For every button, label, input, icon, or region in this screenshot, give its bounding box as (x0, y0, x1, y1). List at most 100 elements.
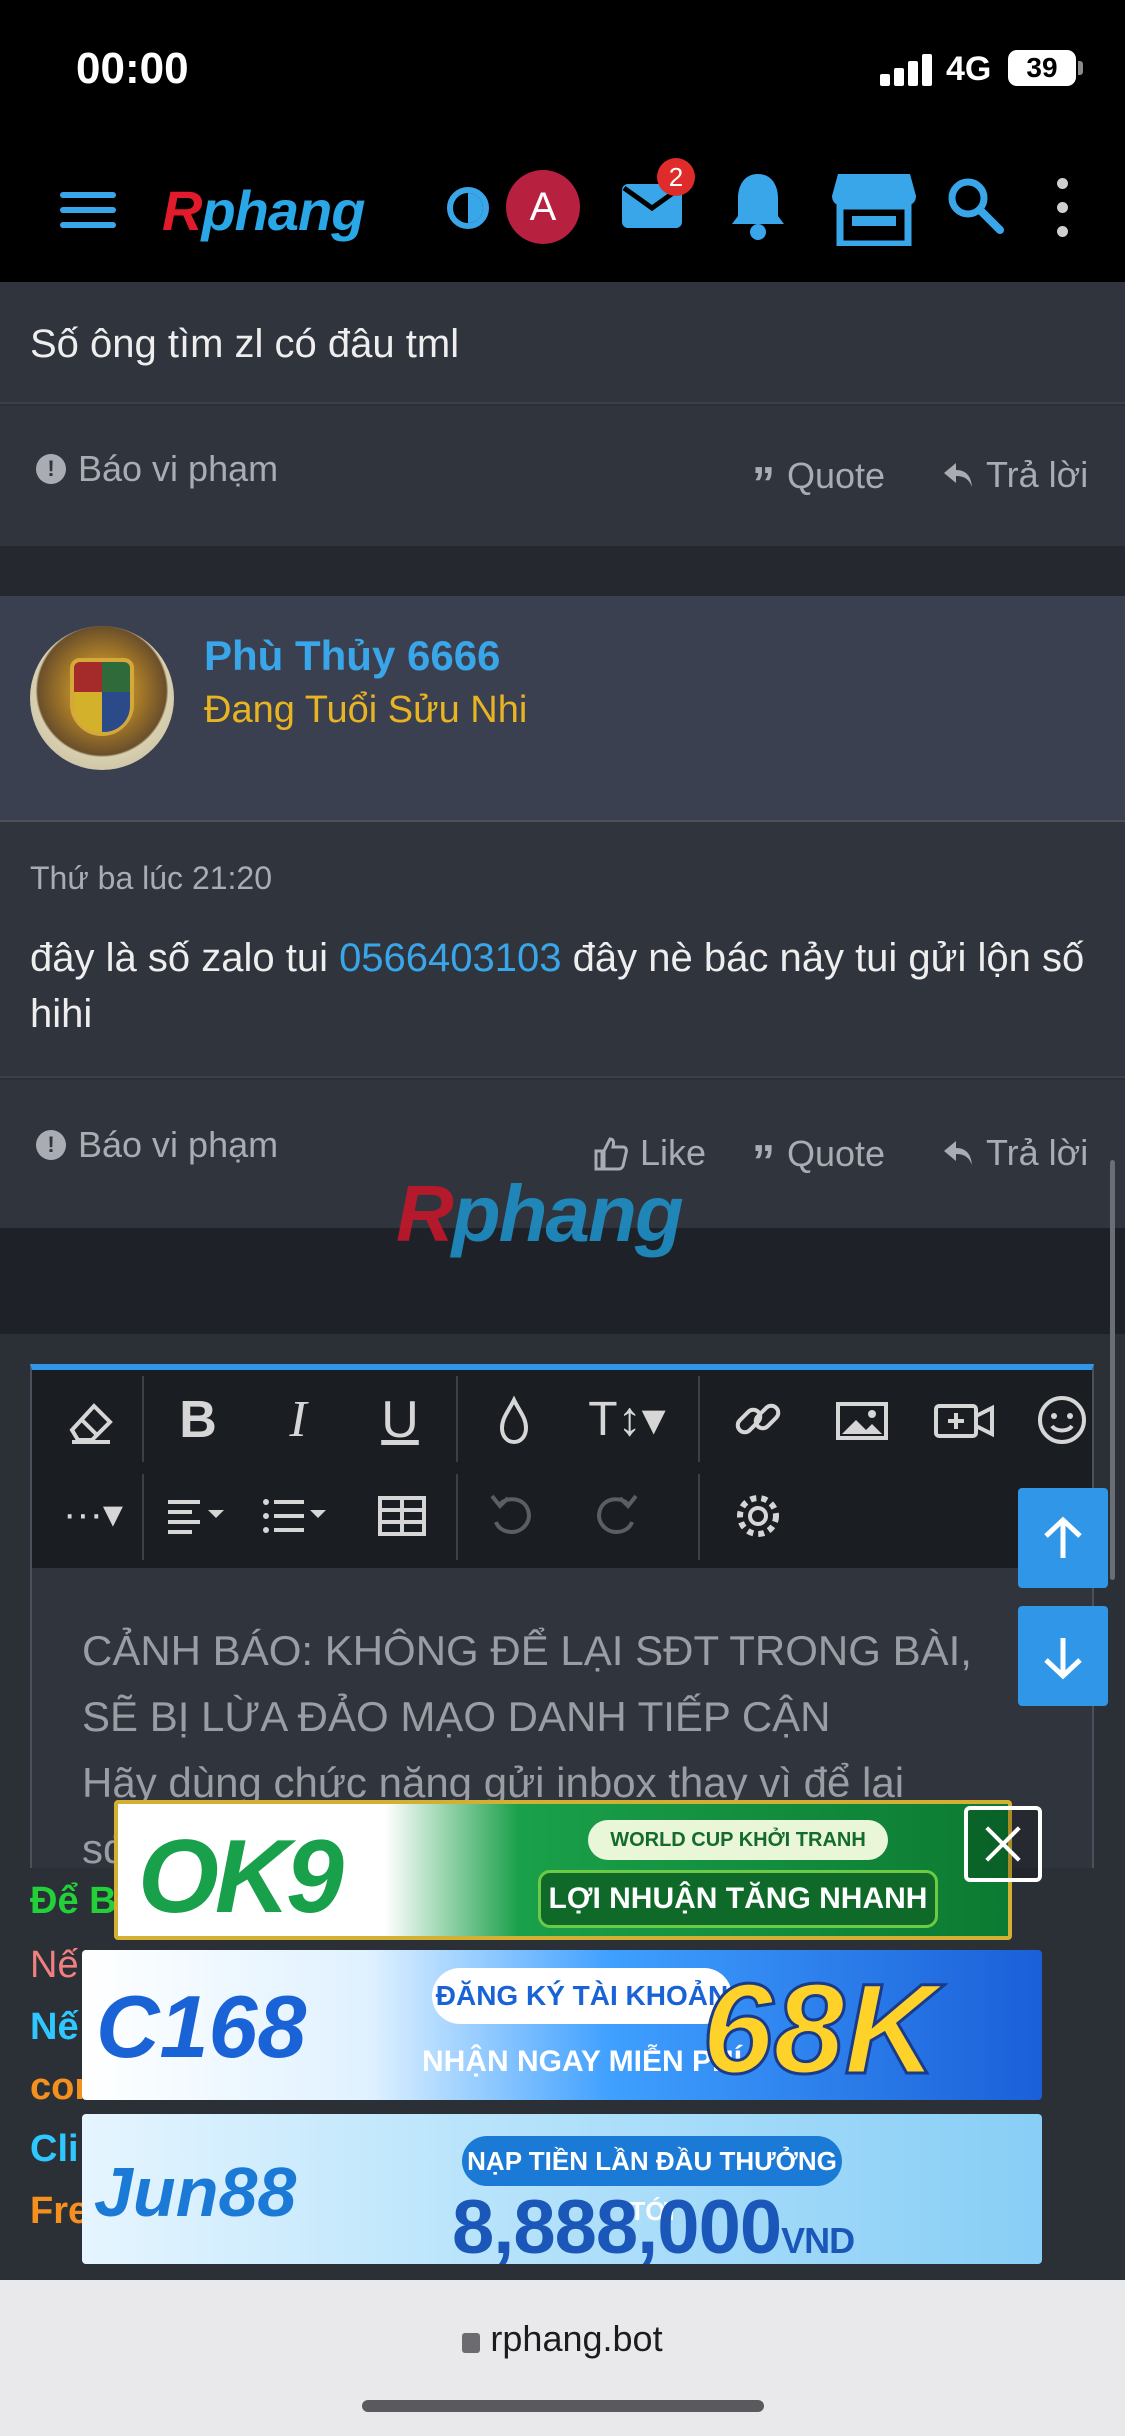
undo-icon[interactable] (472, 1474, 552, 1554)
link-icon[interactable] (718, 1380, 798, 1460)
user-title: Đang Tuổi Sửu Nhi (204, 689, 528, 731)
c168-amount: 68K (701, 1957, 939, 2101)
watermark-part1: R (396, 1169, 454, 1258)
watermark-part2: phang (451, 1169, 684, 1258)
network-type: 4G (946, 50, 992, 88)
crest-icon (70, 658, 134, 736)
toolbar-separator (456, 1376, 458, 1462)
alert-icon: ! (36, 454, 66, 484)
underline-icon[interactable]: U (360, 1380, 440, 1460)
toolbar-separator (698, 1376, 700, 1462)
store-icon[interactable] (830, 170, 918, 246)
more-options-icon[interactable] (1052, 178, 1072, 238)
report-label: Báo vi phạm (78, 1124, 279, 1165)
quote-icon: ” (752, 1135, 775, 1187)
more-toolbar-icon[interactable]: ···▾ (50, 1474, 136, 1554)
home-indicator[interactable] (362, 2400, 764, 2412)
menu-icon[interactable] (60, 188, 116, 232)
jun88-amount: 8,888,000VND (452, 2184, 855, 2264)
post-timestamp[interactable]: Thứ ba lúc 21:20 (30, 860, 272, 897)
post-user-header: Phù Thủy 6666 Đang Tuổi Sửu Nhi (0, 596, 1125, 822)
ad-banner-ok9[interactable]: OK9 WORLD CUP KHỞI TRANH LỢI NHUẬN TĂNG … (114, 1800, 1012, 1940)
quote-icon: ” (752, 457, 775, 509)
logo-part2: phang (201, 179, 365, 242)
placeholder-line: SẼ BỊ LỪA ĐẢO MẠO DANH TIẾP CẬN (82, 1693, 831, 1740)
post-actions: ! Báo vi phạm ” Quote Trả lời (0, 406, 1125, 546)
status-bar: 00:00 4G 39 (0, 0, 1125, 140)
toolbar-separator (142, 1474, 144, 1560)
table-icon[interactable] (362, 1474, 442, 1554)
editor-toolbar: B I U T↕▾ ···▾ (32, 1370, 1092, 1568)
user-avatar[interactable] (30, 626, 174, 770)
url-display[interactable]: rphang.bot (0, 2318, 1125, 2360)
reply-editor: B I U T↕▾ ···▾ CẢNH BÁO: KHÔNG ĐỂ LẠI SĐ… (30, 1364, 1094, 1868)
bell-icon[interactable] (728, 170, 788, 242)
quote-label: Quote (787, 1133, 886, 1174)
toolbar-separator (456, 1474, 458, 1560)
ok9-logo: OK9 (138, 1819, 344, 1935)
align-icon[interactable] (156, 1474, 236, 1554)
page-scrollbar[interactable] (1110, 1160, 1115, 1580)
video-icon[interactable] (924, 1380, 1004, 1460)
italic-icon[interactable]: I (258, 1380, 338, 1460)
reply-icon (944, 1141, 972, 1165)
user-avatar-button[interactable]: A (506, 170, 580, 244)
reply-button[interactable]: Trả lời (942, 454, 1088, 496)
toolbar-separator (142, 1376, 144, 1462)
post-body: Số ông tìm zl có đâu tml (0, 282, 1125, 404)
font-size-icon[interactable]: T↕▾ (572, 1380, 682, 1460)
bold-icon[interactable]: B (158, 1380, 238, 1460)
eraser-icon[interactable] (50, 1380, 130, 1460)
signature-text: Cli (30, 2128, 79, 2170)
c168-logo: C168 (96, 1977, 307, 2076)
ad-banner-c168[interactable]: C168 ĐĂNG KÝ TÀI KHOẢN NHẬN NGAY MIỄN PH… (82, 1950, 1042, 2100)
redo-icon[interactable] (576, 1474, 656, 1554)
c168-tagline: ĐĂNG KÝ TÀI KHOẢN (432, 1968, 732, 2024)
emoji-icon[interactable] (1022, 1380, 1102, 1460)
username[interactable]: Phù Thủy 6666 (204, 632, 500, 680)
list-icon[interactable] (254, 1474, 334, 1554)
lock-icon (462, 2333, 481, 2353)
status-time: 00:00 (76, 44, 189, 93)
post-text: Số ông tìm zl có đâu tml (30, 322, 460, 366)
battery-tip (1078, 61, 1083, 75)
watermark-logo: Rphang (396, 1168, 684, 1260)
mail-badge: 2 (657, 158, 695, 196)
site-logo[interactable]: Rphang (162, 178, 365, 243)
app-header: Rphang A 2 (0, 140, 1125, 282)
reply-label: Trả lời (986, 454, 1089, 495)
signature-text: Nế (30, 2006, 79, 2048)
theme-toggle-icon[interactable] (447, 187, 489, 229)
arrow-down-icon (1044, 1638, 1082, 1680)
report-button[interactable]: ! Báo vi phạm (36, 448, 278, 490)
reply-label: Trả lời (986, 1132, 1089, 1173)
scroll-bottom-button[interactable] (1018, 1606, 1108, 1706)
post-text: đây là số zalo tui 0566403103 đây nè bác… (30, 930, 1100, 1042)
signal-icon (880, 52, 936, 86)
quote-button[interactable]: ” Quote (752, 454, 885, 509)
c168-tagline: NHẬN NGAY MIỄN PHÍ (421, 2045, 743, 2078)
toolbar-separator (698, 1474, 700, 1560)
jun88-tagline: NẠP TIỀN LẦN ĐẦU THƯỞNG TỚI (462, 2136, 842, 2226)
signature-text: Fre (30, 2190, 90, 2232)
jun88-amount-unit: VND (781, 2220, 855, 2261)
ok9-tagline: WORLD CUP KHỞI TRANH (588, 1820, 888, 1860)
search-icon[interactable] (946, 176, 1004, 234)
ad-banner-jun88[interactable]: Jun88 NẠP TIỀN LẦN ĐẦU THƯỞNG TỚI 8,888,… (82, 2114, 1042, 2264)
report-button[interactable]: ! Báo vi phạm (36, 1124, 278, 1166)
image-icon[interactable] (822, 1380, 902, 1460)
color-drop-icon[interactable] (474, 1380, 554, 1460)
logo-part1: R (162, 179, 202, 242)
close-icon[interactable] (964, 1806, 1042, 1882)
scroll-top-button[interactable] (1018, 1488, 1108, 1588)
reply-button[interactable]: Trả lời (942, 1132, 1088, 1174)
phone-link[interactable]: 0566403103 (339, 936, 561, 980)
quote-button[interactable]: ” Quote (752, 1132, 886, 1187)
like-icon (594, 1137, 628, 1171)
settings-gear-icon[interactable] (718, 1474, 798, 1554)
post-divider (0, 546, 1125, 596)
browser-url-bar[interactable]: rphang.bot (0, 2280, 1125, 2436)
signature-text: Nế (30, 1944, 79, 1986)
battery-icon: 39 (1008, 50, 1076, 86)
jun88-amount-value: 8,888,000 (452, 2185, 782, 2264)
